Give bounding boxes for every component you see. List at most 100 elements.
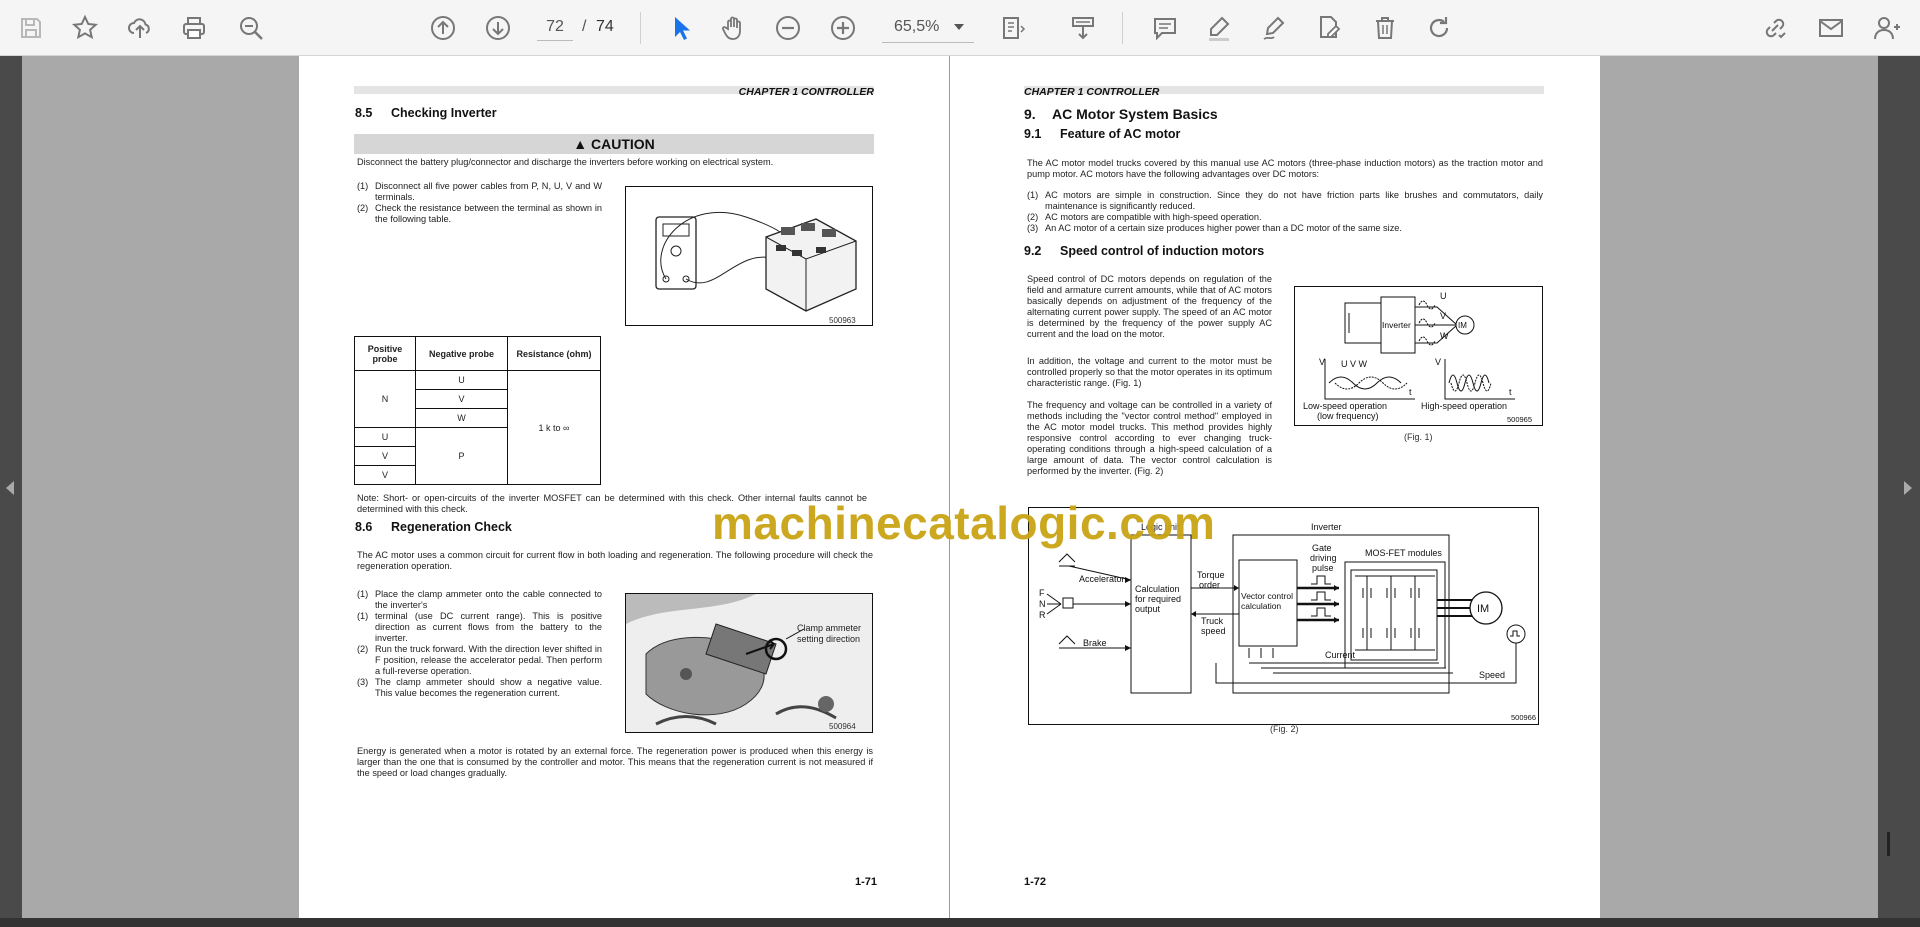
page-separator: / <box>582 18 587 35</box>
figure-id: 500965 <box>1507 415 1532 424</box>
zoom-search-icon[interactable] <box>234 11 268 45</box>
share-link-icon[interactable] <box>1758 11 1792 45</box>
table-header: Resistance (ohm) <box>507 336 601 371</box>
regeneration-intro: The AC motor uses a common circuit for c… <box>357 550 873 571</box>
section-title: Checking Inverter <box>391 106 497 120</box>
read-mode-icon[interactable] <box>1066 11 1100 45</box>
ac-motor-advantages: (1) AC motors are simple in construction.… <box>1027 190 1543 234</box>
svg-text:for required: for required <box>1135 594 1181 604</box>
accelerator-label: Accelerator <box>1079 574 1125 584</box>
delete-icon[interactable] <box>1368 11 1402 45</box>
svg-text:F: F <box>1039 588 1045 598</box>
chevron-down-icon[interactable] <box>954 24 964 30</box>
redo-icon[interactable] <box>1422 11 1456 45</box>
section-number: 9.2 <box>1024 244 1042 258</box>
save-icon[interactable] <box>14 11 48 45</box>
section-9-2-heading: 9.2 Speed control of induction motors <box>1024 244 1264 258</box>
page-number-input[interactable] <box>537 13 573 41</box>
low-frequency-label: (low frequency) <box>1317 411 1379 421</box>
bookmark-star-icon[interactable] <box>68 11 102 45</box>
section-title: AC Motor System Basics <box>1052 106 1218 122</box>
table-cell: U <box>415 370 508 390</box>
list-item: (1) AC motors are simple in construction.… <box>1027 190 1543 211</box>
steps-check-inverter: (1) Disconnect all five power cables from… <box>357 181 602 225</box>
document-viewport[interactable]: CHAPTER 1 CONTROLLER 8.5 Checking Inverte… <box>0 56 1920 918</box>
page-up-icon[interactable] <box>426 11 460 45</box>
add-user-icon[interactable] <box>1870 11 1904 45</box>
expand-right-panel-icon[interactable] <box>1904 481 1912 495</box>
draw-icon[interactable] <box>1257 11 1291 45</box>
table-cell: V <box>354 465 416 485</box>
svg-text:driving: driving <box>1310 553 1337 563</box>
steps-regeneration: (1) Place the clamp ammeter onto the cabl… <box>357 589 602 699</box>
clamp-ammeter-figure <box>625 593 873 733</box>
page-1-72: CHAPTER 1 CONTROLLER 9. AC Motor System B… <box>950 56 1600 918</box>
svg-text:order: order <box>1199 580 1220 590</box>
upload-icon[interactable] <box>123 11 157 45</box>
table-header: Negative probe <box>415 336 508 371</box>
section-8-6-heading: 8.6 Regeneration Check <box>355 520 512 534</box>
section-9-heading: 9. AC Motor System Basics <box>1024 106 1218 122</box>
pointer-icon[interactable] <box>663 11 697 45</box>
phase-labels-low: U V W <box>1341 359 1368 369</box>
svg-text:Torque: Torque <box>1197 570 1225 580</box>
page-number: 1-72 <box>1024 876 1047 888</box>
caution-text: Disconnect the battery plug/connector an… <box>357 157 774 167</box>
comment-icon[interactable] <box>1148 11 1182 45</box>
current-label: Current <box>1325 650 1356 660</box>
scrollbar-thumb[interactable] <box>1887 832 1890 856</box>
page-down-icon[interactable] <box>481 11 515 45</box>
expand-left-panel-icon[interactable] <box>6 481 14 495</box>
voltage-axis-label: V <box>1319 357 1325 367</box>
svg-text:speed: speed <box>1201 626 1226 636</box>
speed-control-paragraph-3: The frequency and voltage can be control… <box>1027 400 1272 476</box>
zoom-out-icon[interactable] <box>771 11 805 45</box>
voltage-axis-label-high: V <box>1435 357 1441 367</box>
list-item: (1) terminal (use DC current range). This… <box>357 611 602 643</box>
motor-im-label: IM <box>1458 321 1467 330</box>
table-cell: V <box>354 446 416 466</box>
edit-icon[interactable] <box>1311 11 1345 45</box>
highlight-icon[interactable] <box>1202 11 1236 45</box>
multimeter-inverter-figure <box>625 186 873 326</box>
table-cell: V <box>415 389 508 409</box>
table-cell: U <box>354 427 416 447</box>
watermark-text: machinecatalogic.com <box>712 497 1216 549</box>
phase-w-label: W <box>1440 331 1449 341</box>
toolbar-divider <box>1122 12 1123 44</box>
ac-motor-intro: The AC motor model trucks covered by thi… <box>1027 158 1543 179</box>
total-pages: 74 <box>596 18 614 35</box>
figure-id: 500964 <box>829 722 856 731</box>
energy-paragraph: Energy is generated when a motor is rota… <box>357 746 873 778</box>
phase-v-label: V <box>1440 311 1446 321</box>
section-number: 9. <box>1024 106 1036 122</box>
table-cell: W <box>415 408 508 428</box>
list-item: (2) AC motors are compatible with high-sp… <box>1027 212 1262 222</box>
caution-banner: ▲ CAUTION <box>354 134 874 154</box>
phase-u-label: U <box>1440 291 1447 301</box>
motor-im-label: IM <box>1477 603 1489 615</box>
svg-text:calculation: calculation <box>1241 601 1281 611</box>
list-item: (3) An AC motor of a certain size produce… <box>1027 223 1402 233</box>
time-axis-label: t <box>1409 387 1412 397</box>
list-item: (2) Run the truck forward. With the direc… <box>357 644 602 676</box>
section-9-1-heading: 9.1 Feature of AC motor <box>1024 127 1180 141</box>
table-cell: P <box>415 427 508 485</box>
svg-text:Truck: Truck <box>1201 616 1224 626</box>
speed-control-paragraph-1: Speed control of DC motors depends on re… <box>1027 274 1272 339</box>
email-icon[interactable] <box>1814 11 1848 45</box>
resistance-table: Positive probe Negative probe Resistance… <box>354 336 601 485</box>
list-item: (3) The clamp ammeter should show a negat… <box>357 677 602 698</box>
print-icon[interactable] <box>177 11 211 45</box>
list-item: (1) Disconnect all five power cables from… <box>357 181 602 202</box>
zoom-level-value: 65,5% <box>894 18 940 35</box>
page-1-71: CHAPTER 1 CONTROLLER 8.5 Checking Inverte… <box>299 56 949 918</box>
chapter-header: CHAPTER 1 CONTROLLER <box>1024 86 1160 98</box>
zoom-in-icon[interactable] <box>826 11 860 45</box>
clamp-ammeter-label: Clamp ammeter setting direction <box>797 623 862 644</box>
fit-page-icon[interactable] <box>996 11 1030 45</box>
right-panel-toggle[interactable] <box>1878 56 1920 918</box>
list-item: (2) Check the resistance between the term… <box>357 203 602 224</box>
hand-icon[interactable] <box>717 11 751 45</box>
mosfet-modules-label: MOS-FET modules <box>1365 548 1442 558</box>
